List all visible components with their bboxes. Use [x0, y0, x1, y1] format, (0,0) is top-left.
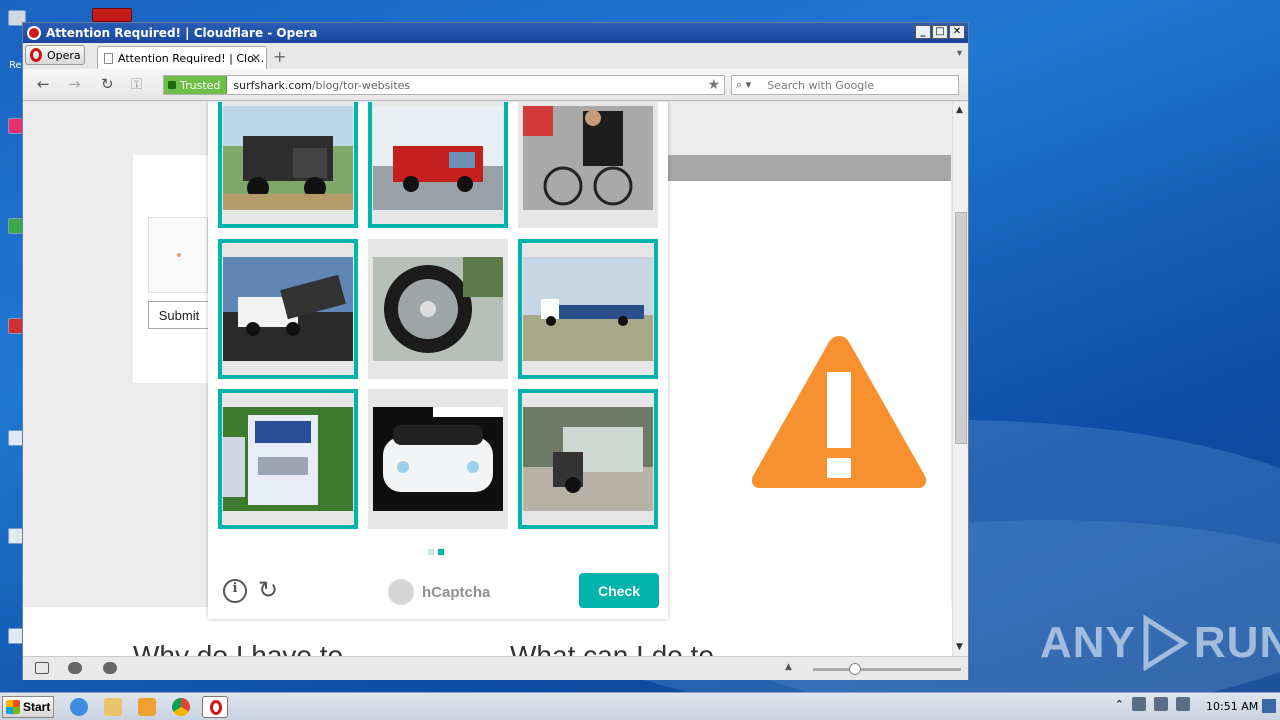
zoom-knob[interactable] — [849, 663, 861, 675]
file-explorer-icon[interactable] — [104, 698, 122, 716]
speed-dial-icon[interactable] — [103, 662, 117, 674]
page-dot-active[interactable] — [438, 549, 444, 555]
search-input[interactable]: ⌕ ▾ Search with Google — [731, 75, 959, 95]
captcha-image — [373, 407, 503, 511]
security-badge[interactable]: Trusted — [164, 76, 228, 94]
refresh-icon[interactable]: ↻ — [258, 578, 278, 602]
clock[interactable]: 10:51 AM — [1206, 700, 1258, 713]
scroll-up-icon[interactable]: ▲ — [956, 105, 963, 115]
opera-logo-icon — [27, 26, 41, 40]
tab-close-icon[interactable]: ✕ — [251, 51, 261, 65]
network-icon[interactable] — [1154, 697, 1168, 711]
window-title: Attention Required! | Cloudflare - Opera — [46, 26, 318, 40]
captcha-image — [523, 257, 653, 361]
url-text: surfshark.com/blog/tor-websites — [233, 78, 411, 92]
hcaptcha-logo-icon — [388, 579, 414, 605]
action-center-flag-icon[interactable] — [1176, 697, 1190, 711]
vertical-scrollbar[interactable]: ▲ ▼ — [952, 102, 968, 656]
zoom-reset-icon[interactable]: ▲ — [785, 662, 792, 672]
maximize-button[interactable]: □ — [932, 25, 948, 39]
internet-explorer-icon[interactable] — [70, 698, 88, 716]
status-bar: ▲ — [23, 656, 968, 680]
page-viewport: Submit Why do I have to What can I do to… — [23, 102, 968, 656]
media-player-icon[interactable] — [138, 698, 156, 716]
taskbar: Start ⌃ 10:51 AM — [0, 692, 1280, 720]
tab-menu-chevron-icon[interactable]: ▾ — [957, 48, 962, 59]
challenge-widget[interactable] — [148, 217, 208, 293]
captcha-image — [523, 407, 653, 511]
captcha-tile-dump-truck[interactable] — [218, 102, 358, 228]
page-dot[interactable] — [428, 549, 434, 555]
info-icon[interactable]: i — [223, 579, 247, 603]
close-button[interactable]: ✕ — [949, 25, 965, 39]
hcaptcha-challenge: i ↻ hCaptcha Check — [208, 102, 668, 619]
play-logo-icon — [1143, 615, 1189, 671]
captcha-tile-white-car[interactable] — [368, 389, 508, 529]
browser-window: Attention Required! | Cloudflare - Opera… — [22, 22, 969, 680]
show-desktop-button[interactable] — [1262, 699, 1276, 713]
scroll-thumb[interactable] — [955, 212, 967, 444]
spinner-icon — [177, 253, 181, 257]
check-button[interactable]: Check — [579, 573, 659, 608]
opera-logo-icon — [210, 700, 222, 715]
title-bar[interactable]: Attention Required! | Cloudflare - Opera… — [23, 23, 968, 43]
captcha-tile-tow-truck[interactable] — [218, 239, 358, 379]
anyrun-watermark: ANY RUN — [1040, 615, 1280, 671]
minimize-button[interactable]: _ — [915, 25, 931, 39]
chrome-icon[interactable] — [172, 698, 190, 716]
search-icon: ⌕ ▾ — [736, 78, 752, 91]
captcha-image — [223, 257, 353, 361]
opera-logo-icon — [30, 48, 42, 62]
captcha-image — [373, 257, 503, 361]
back-button[interactable]: ← — [37, 75, 50, 93]
opera-taskbar-button[interactable] — [202, 696, 228, 718]
new-tab-button[interactable]: + — [273, 47, 286, 66]
heading-why: Why do I have to — [133, 640, 344, 656]
captcha-tile-fire-truck[interactable] — [368, 102, 508, 228]
captcha-image — [223, 106, 353, 210]
opera-menu-button[interactable]: Opera — [25, 45, 85, 65]
submit-button[interactable]: Submit — [148, 301, 210, 329]
page-indicator — [428, 549, 444, 555]
captcha-tile-utility-truck[interactable] — [518, 389, 658, 529]
captcha-tile-bicycle-shop[interactable] — [518, 102, 658, 228]
navigation-bar: ← → ↻ ⚿ Trusted surfshark.com/blog/tor-w… — [23, 69, 968, 101]
bookmark-star-icon[interactable]: ★ — [707, 77, 720, 93]
heading-what: What can I do to — [510, 640, 714, 656]
page-icon — [104, 52, 113, 64]
address-bar[interactable]: Trusted surfshark.com/blog/tor-websites … — [163, 75, 725, 95]
captcha-tile-flatbed-truck[interactable] — [518, 239, 658, 379]
captcha-tile-motorcycle-wheel[interactable] — [368, 239, 508, 379]
header-bar — [668, 155, 951, 181]
volume-icon[interactable] — [1132, 697, 1146, 711]
system-tray: ⌃ — [1115, 697, 1190, 711]
panel-toggle-icon[interactable] — [35, 662, 49, 674]
forward-button[interactable]: → — [68, 75, 81, 93]
captcha-image — [523, 106, 653, 210]
lock-icon — [168, 81, 176, 89]
tab-active[interactable]: Attention Required! | Clo... ✕ — [97, 46, 267, 69]
cloud-icon[interactable] — [68, 662, 82, 674]
warning-icon — [751, 336, 927, 488]
tab-strip: Opera Attention Required! | Clo... ✕ + ▾ — [23, 43, 968, 69]
captcha-tile-semi-truck[interactable] — [218, 389, 358, 529]
desktop-label-fragment: Re — [9, 60, 22, 71]
scroll-down-icon[interactable]: ▼ — [956, 642, 963, 652]
hcaptcha-logo[interactable]: hCaptcha — [388, 579, 490, 605]
windows-logo-icon — [6, 700, 20, 714]
zoom-slider[interactable] — [813, 663, 961, 675]
tray-expand-icon[interactable]: ⌃ — [1115, 698, 1124, 711]
keys-icon[interactable]: ⚿ — [131, 75, 142, 93]
tab-title: Attention Required! | Clo... — [118, 51, 265, 65]
captcha-image — [223, 407, 353, 511]
desktop-shortcut-icon[interactable] — [92, 8, 132, 22]
start-button[interactable]: Start — [2, 696, 54, 718]
reload-button[interactable]: ↻ — [101, 75, 114, 93]
captcha-image — [373, 106, 503, 210]
search-placeholder: Search with Google — [767, 78, 875, 92]
